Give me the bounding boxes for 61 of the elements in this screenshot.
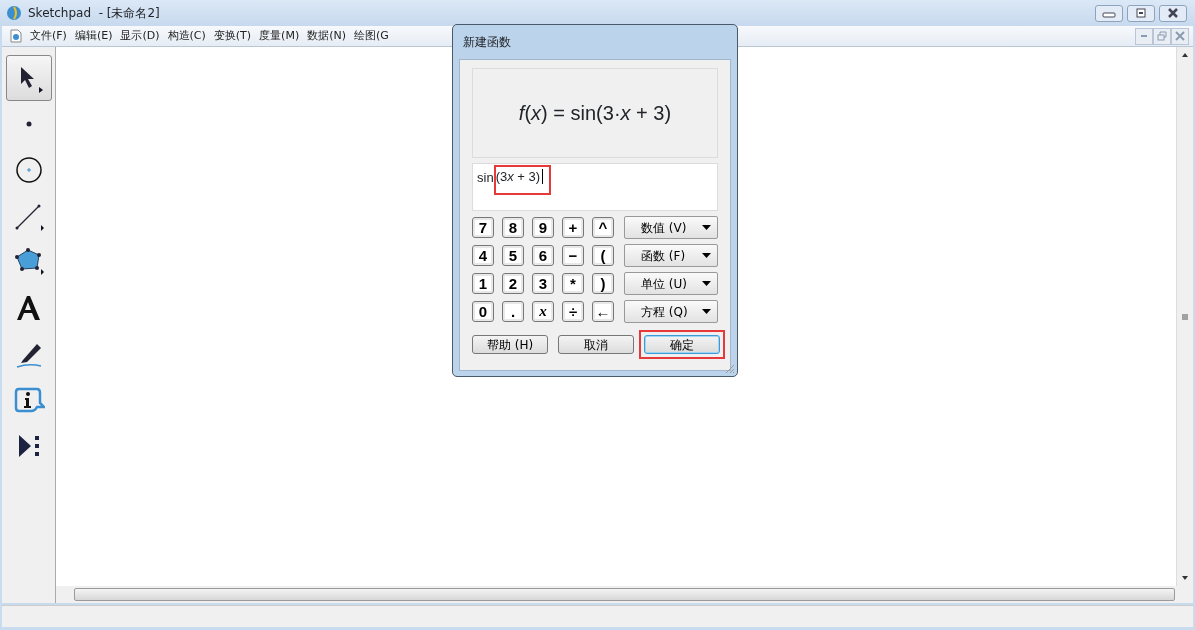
- caret-icon: [702, 225, 711, 230]
- window-title: Sketchpad - [未命名2]: [28, 5, 161, 22]
- expression-input[interactable]: sin(3x + 3): [472, 163, 718, 211]
- maximize-button[interactable]: [1127, 4, 1155, 22]
- menu-item[interactable]: 文件(F): [26, 27, 71, 45]
- keypad-key[interactable]: 0: [472, 301, 494, 322]
- keypad-key[interactable]: 8: [502, 217, 524, 238]
- keypad-key[interactable]: 4: [472, 245, 494, 266]
- keypad-key[interactable]: 3: [532, 273, 554, 294]
- grip-icon: [1181, 312, 1189, 321]
- dialog-button[interactable]: 帮助 (H): [472, 335, 548, 354]
- highlight-frame: (3x + 3): [493, 165, 552, 195]
- keypad-key[interactable]: 9: [532, 217, 554, 238]
- keypad-key[interactable]: 1: [472, 273, 494, 294]
- point-icon: [25, 121, 32, 127]
- close-button[interactable]: [1159, 4, 1187, 22]
- caret-icon: [702, 309, 711, 314]
- dialog-button[interactable]: 确定: [644, 335, 720, 354]
- keypad-key[interactable]: 2: [502, 273, 524, 294]
- dropdown-button[interactable]: 数值 (V): [624, 216, 718, 239]
- keypad-key[interactable]: .: [502, 301, 524, 322]
- minimize-button[interactable]: [1095, 4, 1123, 22]
- dialog-title: 新建函数: [463, 34, 511, 51]
- dropdown-button[interactable]: 单位 (U): [624, 272, 718, 295]
- dropdown-button[interactable]: 方程 (Q): [624, 300, 718, 323]
- dropdown-button[interactable]: 函数 (F): [624, 244, 718, 267]
- minimize-button[interactable]: [1135, 27, 1153, 45]
- menu-item[interactable]: 编辑(E): [70, 27, 117, 45]
- app-logo-icon: [6, 5, 22, 21]
- keypad-key[interactable]: +: [562, 217, 584, 238]
- keypad-key[interactable]: ÷: [562, 301, 584, 322]
- close-icon: [1173, 30, 1187, 42]
- text-cursor: [542, 169, 544, 185]
- menu-item[interactable]: 构造(C): [163, 27, 210, 45]
- keypad-key[interactable]: (: [592, 245, 614, 266]
- keypad-key[interactable]: 6: [532, 245, 554, 266]
- keypad-key[interactable]: −: [562, 245, 584, 266]
- menu-item[interactable]: 变换(T): [209, 27, 256, 45]
- resize-grip-icon: [723, 362, 735, 374]
- caret-icon: [702, 281, 711, 286]
- caret-icon: [702, 253, 711, 258]
- keypad-key[interactable]: ^: [592, 217, 614, 238]
- keypad-key[interactable]: *: [562, 273, 584, 294]
- function-preview: f(x) = sin(3·x + 3): [518, 101, 672, 126]
- arrow-tool-button[interactable]: [5, 55, 52, 101]
- dialog-button[interactable]: 取消: [558, 335, 634, 354]
- keypad-key[interactable]: ←: [592, 301, 614, 322]
- document-icon: [10, 29, 22, 43]
- keypad-key[interactable]: ): [592, 273, 614, 294]
- keypad-key[interactable]: 7: [472, 217, 494, 238]
- menu-item[interactable]: 数据(N): [303, 27, 350, 45]
- keypad-key[interactable]: 5: [502, 245, 524, 266]
- minimize-icon: [1140, 34, 1148, 38]
- menu-item[interactable]: 显示(D): [116, 27, 164, 45]
- restore-icon: [1155, 30, 1169, 42]
- scroll-down-icon[interactable]: [1181, 574, 1189, 582]
- keypad-key[interactable]: x: [532, 301, 554, 322]
- polygon-icon: [12, 246, 45, 278]
- scroll-up-icon[interactable]: [1181, 51, 1189, 59]
- menu-item[interactable]: 度量(M): [255, 27, 304, 45]
- menu-item[interactable]: 绘图(G: [350, 27, 393, 45]
